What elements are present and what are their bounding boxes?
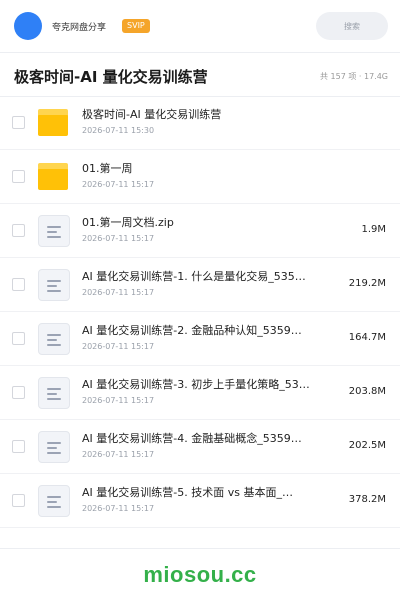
avatar[interactable] [14, 12, 42, 40]
file-date: 2026-07-11 15:17 [82, 288, 155, 297]
list-item[interactable]: 01.第一周文档.zip 2026-07-11 15:17 1.9M [0, 204, 400, 258]
file-name: AI 量化交易训练营-5. 技术面 vs 基本面_… [82, 486, 293, 499]
folder-icon [38, 161, 70, 193]
file-date: 2026-07-11 15:17 [82, 504, 155, 513]
file-date: 2026-07-11 15:17 [82, 180, 155, 189]
title-bar: 极客时间-AI 量化交易训练营 共 157 项 · 17.4G [14, 62, 388, 90]
select-checkbox[interactable] [12, 278, 25, 291]
search-input[interactable]: 搜索 [316, 12, 388, 40]
file-size: 1.9M [361, 224, 386, 235]
select-checkbox[interactable] [12, 332, 25, 345]
file-name: 01.第一周文档.zip [82, 216, 174, 229]
watermark-text: miosou.cc [143, 562, 257, 587]
file-size: 203.8M [348, 386, 386, 397]
file-icon [38, 323, 70, 355]
list-item[interactable]: AI 量化交易训练营-5. 技术面 vs 基本面_… 2026-07-11 15… [0, 474, 400, 528]
search-placeholder: 搜索 [344, 21, 360, 31]
select-checkbox[interactable] [12, 494, 25, 507]
file-size: 378.2M [348, 494, 386, 505]
file-icon [38, 485, 70, 517]
select-checkbox[interactable] [12, 386, 25, 399]
list-item[interactable]: AI 量化交易训练营-1. 什么是量化交易_535… 2026-07-11 15… [0, 258, 400, 312]
file-size: 219.2M [348, 278, 386, 289]
footer-divider [0, 548, 400, 549]
header-divider [0, 52, 400, 53]
file-list: 极客时间-AI 量化交易训练营 2026-07-11 15:30 01.第一周 … [0, 96, 400, 528]
file-name: AI 量化交易训练营-2. 金融品种认知_5359… [82, 324, 302, 337]
file-name: AI 量化交易训练营-3. 初步上手量化策略_53… [82, 378, 310, 391]
file-icon [38, 377, 70, 409]
file-icon [38, 269, 70, 301]
file-date: 2026-07-11 15:17 [82, 396, 155, 405]
folder-icon [38, 107, 70, 139]
svip-badge: SVIP [122, 19, 150, 33]
file-name: AI 量化交易训练营-4. 金融基础概念_5359… [82, 432, 302, 445]
app-name: 夸克网盘分享 [52, 22, 107, 33]
list-item[interactable]: 极客时间-AI 量化交易训练营 2026-07-11 15:30 [0, 96, 400, 150]
select-checkbox[interactable] [12, 224, 25, 237]
select-checkbox[interactable] [12, 440, 25, 453]
header: 夸克网盘分享 SVIP 搜索 [0, 0, 400, 52]
list-item[interactable]: AI 量化交易训练营-2. 金融品种认知_5359… 2026-07-11 15… [0, 312, 400, 366]
file-name: 01.第一周 [82, 162, 133, 175]
select-checkbox[interactable] [12, 170, 25, 183]
list-item[interactable]: AI 量化交易训练营-3. 初步上手量化策略_53… 2026-07-11 15… [0, 366, 400, 420]
list-item[interactable]: AI 量化交易训练营-4. 金融基础概念_5359… 2026-07-11 15… [0, 420, 400, 474]
share-page: 夸克网盘分享 SVIP 搜索 极客时间-AI 量化交易训练营 共 157 项 ·… [0, 0, 400, 600]
list-item[interactable]: 01.第一周 2026-07-11 15:17 [0, 150, 400, 204]
file-date: 2026-07-11 15:17 [82, 450, 155, 459]
item-count-meta: 共 157 项 · 17.4G [320, 71, 388, 81]
file-size: 164.7M [348, 332, 386, 343]
file-name: 极客时间-AI 量化交易训练营 [82, 108, 222, 121]
select-checkbox[interactable] [12, 116, 25, 129]
file-date: 2026-07-11 15:17 [82, 342, 155, 351]
file-date: 2026-07-11 15:30 [82, 126, 155, 135]
file-date: 2026-07-11 15:17 [82, 234, 155, 243]
file-size: 202.5M [348, 440, 386, 451]
page-title: 极客时间-AI 量化交易训练营 [14, 67, 208, 86]
file-name: AI 量化交易训练营-1. 什么是量化交易_535… [82, 270, 306, 283]
file-icon [38, 215, 70, 247]
file-icon [38, 431, 70, 463]
